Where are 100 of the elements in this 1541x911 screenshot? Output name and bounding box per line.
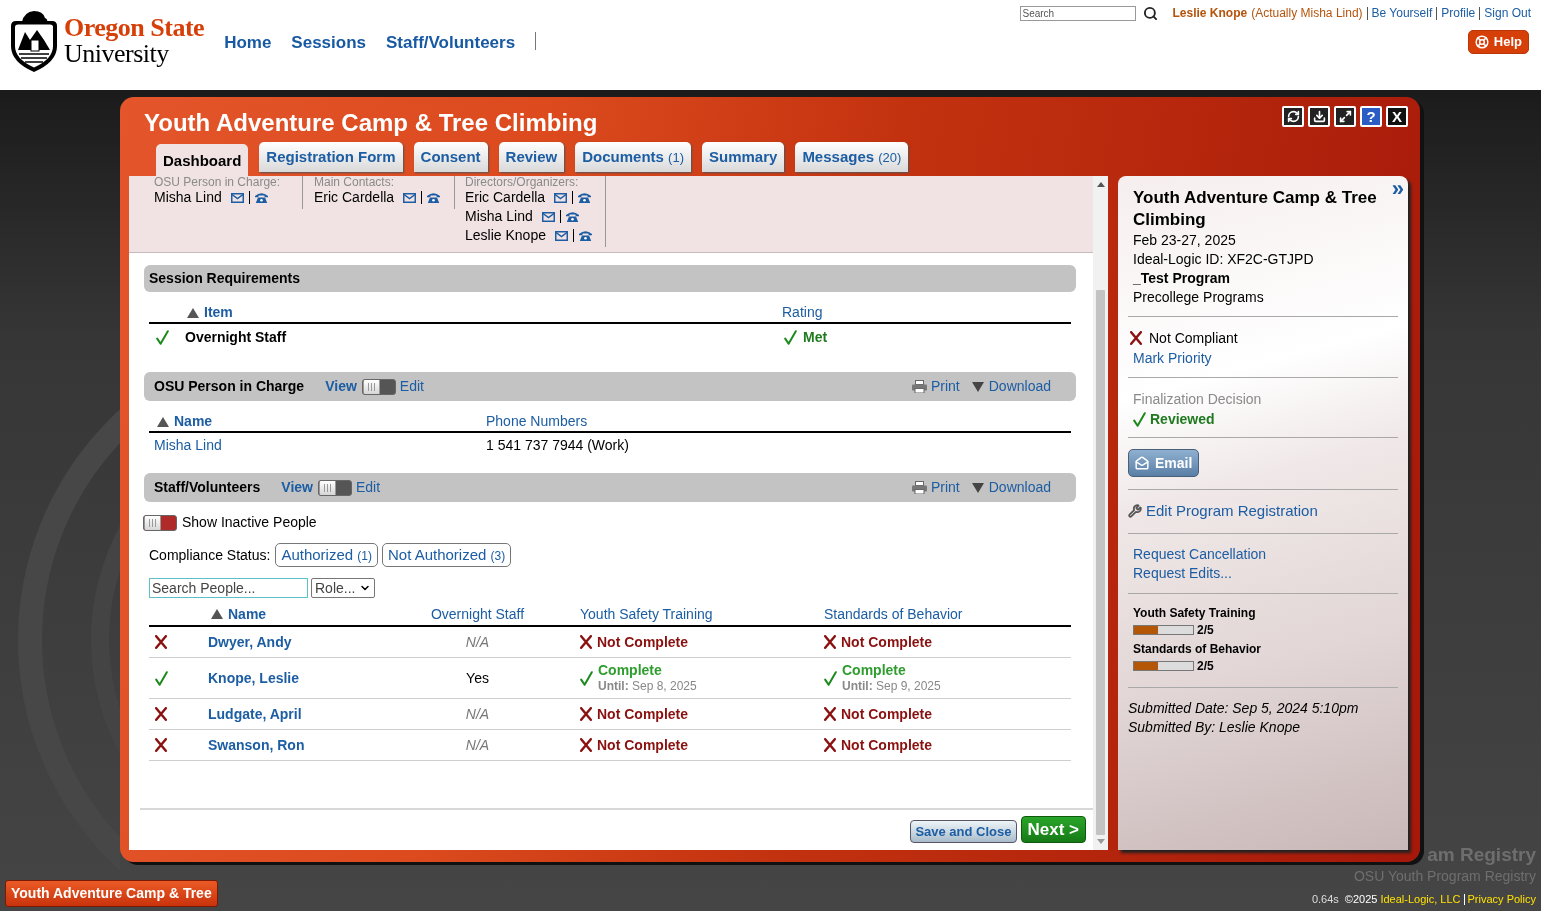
edit-registration-link[interactable]: Edit Program Registration [1128,501,1318,521]
help-window-button[interactable]: ? [1360,106,1382,127]
nav-link[interactable]: Staff/Volunteers [386,30,516,56]
contact-group-label: Main Contacts: [314,176,395,188]
column-header[interactable]: Name [211,603,267,625]
print-button[interactable]: Print [911,477,960,498]
contact-name: Misha Lind [465,207,533,226]
company-link[interactable]: Ideal-Logic, LLC [1380,892,1461,906]
contact-name: Leslie Knope [465,226,546,245]
search-people-field[interactable]: Search People... [149,578,308,598]
progress-reading: 2/5 [1197,622,1214,639]
header-link[interactable]: Profile [1441,6,1476,21]
section-title: Staff/Volunteers [154,478,261,497]
download-window-button[interactable] [1308,106,1330,127]
taskbar-button[interactable]: Youth Adventure Camp & Tree [5,880,218,907]
column-header[interactable]: Item [187,302,233,323]
expand-icon [1338,110,1352,123]
nav-link[interactable]: Home [224,30,272,56]
telephone-icon[interactable] [565,211,579,222]
filter-label: Compliance Status: [149,545,271,565]
view-edit-switch[interactable] [317,479,352,496]
envelope-icon[interactable] [554,230,568,241]
search-field[interactable]: Search [1019,6,1136,21]
column-header[interactable]: Youth Safety Training [580,603,713,625]
telephone-icon[interactable] [578,230,592,241]
envelope-icon[interactable] [554,192,568,203]
collapse-button[interactable]: » [1391,178,1404,200]
expand-button[interactable] [1334,106,1356,127]
wrench-icon [1128,504,1142,518]
envelope-icon[interactable] [541,211,555,222]
sort-up-icon [211,609,223,619]
envelope-icon [1135,456,1149,470]
edit-label[interactable]: Edit [399,376,424,397]
envelope-icon[interactable] [403,192,417,203]
request-link[interactable]: Request Edits... [1133,564,1232,583]
column-header[interactable]: Rating [782,302,823,323]
scrollbar[interactable] [1093,176,1108,850]
tab[interactable]: Documents (1) [575,142,691,172]
column-header[interactable]: Overnight Staff [430,603,525,625]
close-button[interactable]: X [1386,106,1408,127]
tab[interactable]: Review [498,142,565,172]
tab[interactable]: Dashboard [156,144,249,176]
download-button[interactable]: Download [971,477,1051,498]
header-link[interactable]: Be Yourself [1371,6,1433,21]
print-button[interactable]: Print [911,376,960,397]
telephone-icon[interactable] [578,192,592,203]
nav-link[interactable]: Sessions [291,30,366,56]
filter-button[interactable]: Not Authorized (3) [381,543,512,567]
view-label[interactable]: View [281,477,313,498]
column-header[interactable]: Standards of Behavior [824,603,963,625]
copyright-text: ©2025 [1344,892,1378,906]
next-button[interactable]: Next > [1020,816,1086,843]
sort-up-icon [157,416,169,427]
envelope-icon[interactable] [230,192,244,203]
compliance-status: Not Compliant [1149,328,1238,348]
table-cell-text: 1 541 737 7944 (Work) [486,435,629,455]
help-button[interactable]: Help [1467,30,1529,54]
person-name-link[interactable]: Swanson, Ron [208,734,305,756]
program-name: _Test Program [1133,269,1230,288]
telephone-icon[interactable] [254,192,268,203]
view-edit-switch[interactable] [361,378,396,395]
filter-button[interactable]: Authorized (1) [275,543,378,567]
tab[interactable]: Summary [702,142,785,172]
request-link[interactable]: Request Cancellation [1133,545,1267,564]
caret-down-icon [971,381,984,392]
logo-wordmark: Oregon State [64,15,205,41]
header-link[interactable]: Sign Out [1484,6,1531,21]
refresh-button[interactable] [1282,106,1304,127]
status-text: Not Complete [841,736,932,754]
tab[interactable]: Consent [413,142,488,172]
search-icon[interactable] [1142,6,1158,21]
view-label[interactable]: View [325,376,357,397]
table-cell-text: N/A [465,632,490,652]
role-select[interactable]: Role... [311,578,375,598]
person-name-link[interactable]: Misha Lind [154,434,222,456]
program-department: Precollege Programs [1133,288,1264,307]
table-cell-text: Overnight Staff [185,328,287,347]
check-icon [784,330,797,345]
tab[interactable]: Registration Form [259,142,403,172]
progress-label: Standards of Behavior [1133,641,1262,657]
telephone-icon[interactable] [427,192,441,203]
person-name-link[interactable]: Ludgate, April [208,703,302,725]
privacy-link[interactable]: Privacy Policy [1467,892,1536,906]
printer-icon [911,380,927,393]
printer-icon [911,481,927,494]
scroll-up-arrow-icon[interactable] [1096,182,1105,187]
expiry-date: Until: Sep 8, 2025 [598,679,697,694]
column-header[interactable]: Phone Numbers [486,411,588,432]
tab[interactable]: Messages (20) [795,142,909,172]
status-text: Not Complete [841,705,932,723]
edit-label[interactable]: Edit [355,477,381,498]
save-close-button[interactable]: Save and Close [910,820,1017,843]
person-name-link[interactable]: Knope, Leslie [208,667,300,689]
table-cell-text: N/A [465,735,490,755]
column-header[interactable]: Name [157,411,213,432]
download-button[interactable]: Download [971,376,1051,397]
person-name-link[interactable]: Dwyer, Andy [208,631,292,653]
refresh-icon [1286,110,1300,123]
expiry-date: Until: Sep 9, 2025 [842,679,941,694]
mark-priority-link[interactable]: Mark Priority [1133,348,1212,368]
